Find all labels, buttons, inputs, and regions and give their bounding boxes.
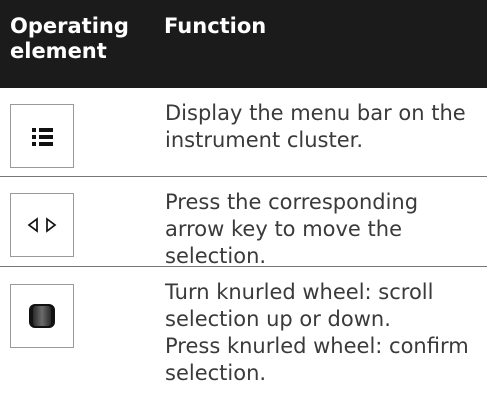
menu-bars-icon — [10, 104, 74, 168]
header-function: Function — [164, 14, 267, 38]
table-row-knurled-wheel: Turn knurled wheel: scroll selection up … — [0, 267, 487, 403]
knurled-wheel-icon — [10, 284, 74, 348]
table-row-menu: Display the menu bar on the instrument c… — [0, 88, 487, 176]
table-row-arrow-keys: Press the corresponding arrow key to mov… — [0, 177, 487, 268]
header-operating-element: Operating element — [10, 14, 129, 63]
operating-elements-table: Operating element Function Display the m… — [0, 0, 487, 403]
function-description-menu: Display the menu bar on the instrument c… — [165, 101, 466, 152]
function-description-arrow-keys: Press the corresponding arrow key to mov… — [165, 190, 419, 268]
table-header-row: Operating element Function — [0, 0, 487, 88]
function-description-press-wheel: Press knurled wheel: confirm selection. — [165, 334, 469, 385]
function-description-turn-wheel: Turn knurled wheel: scroll selection up … — [165, 280, 434, 331]
arrow-keys-icon — [10, 193, 74, 257]
